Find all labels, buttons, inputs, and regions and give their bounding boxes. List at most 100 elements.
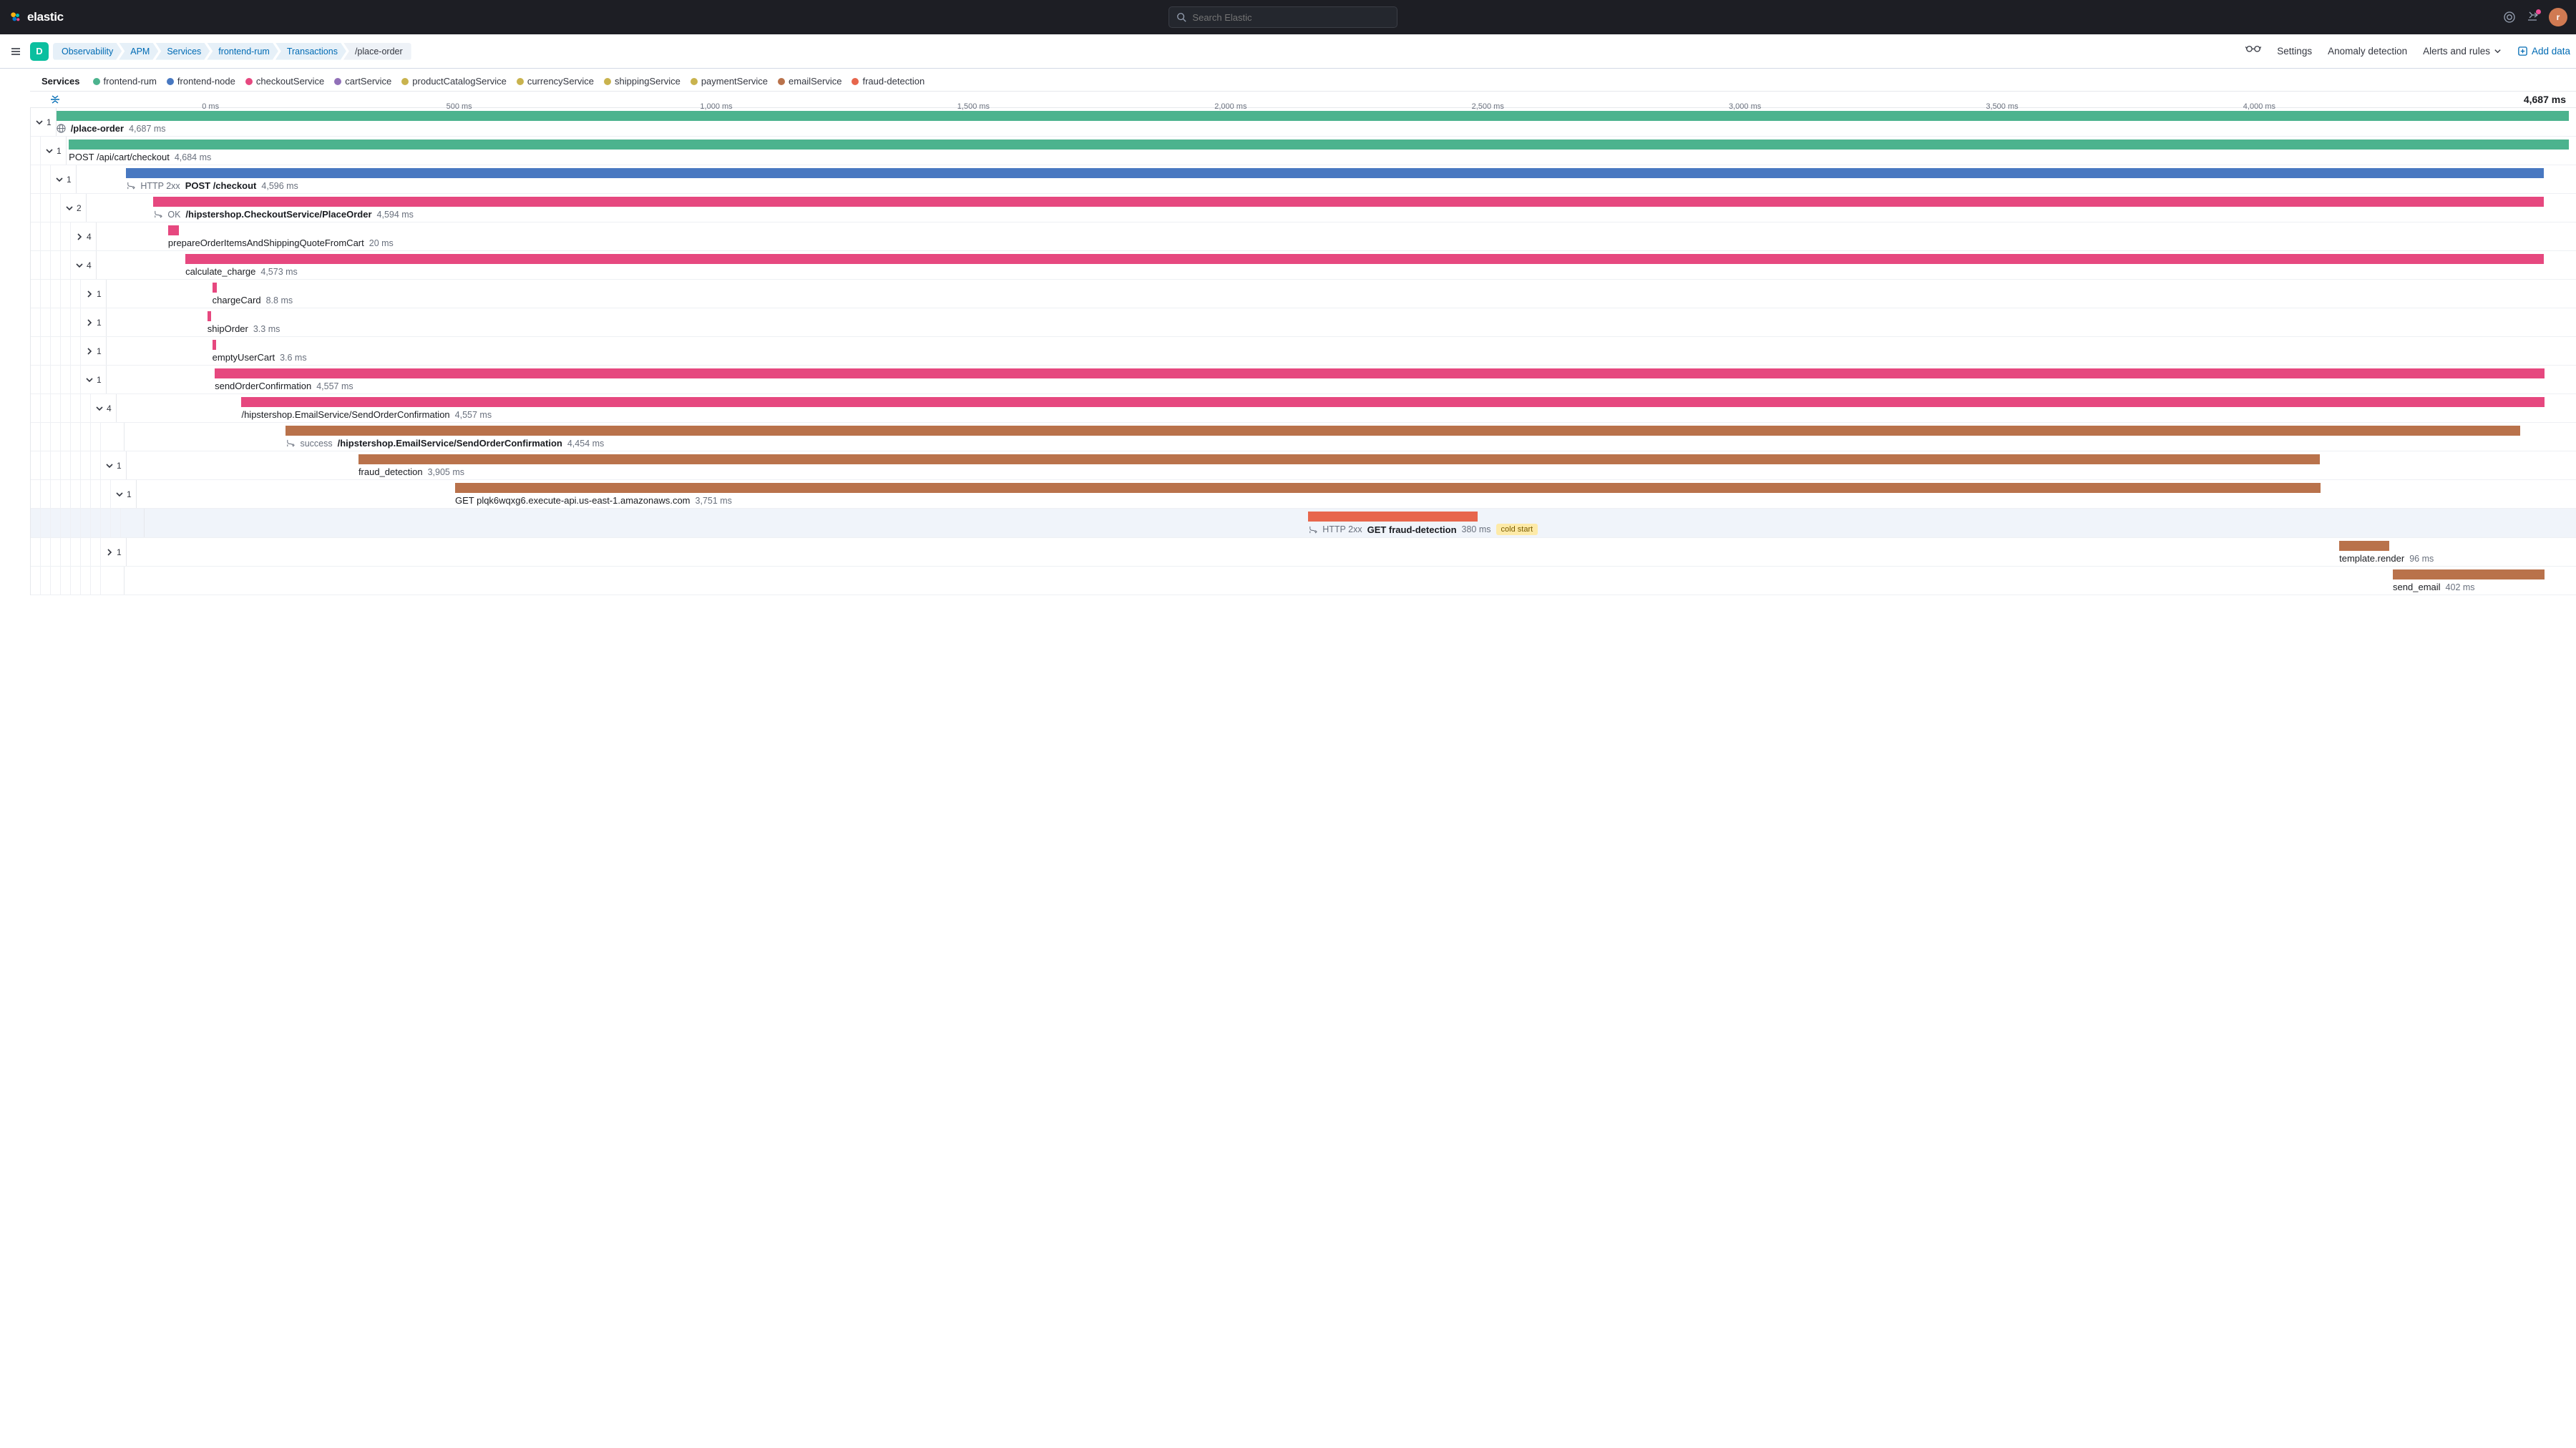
span-label: fraud_detection3,905 ms bbox=[358, 466, 2569, 477]
breadcrumb-item[interactable]: frontend-rum bbox=[207, 43, 278, 60]
breadcrumb-item[interactable]: Services bbox=[155, 43, 210, 60]
legend-item-label: cartService bbox=[345, 76, 391, 87]
row-gutter: 1 bbox=[31, 538, 127, 566]
row-toggle[interactable]: 4 bbox=[71, 232, 96, 242]
span-label: template.render96 ms bbox=[2339, 553, 2569, 564]
legend-item[interactable]: frontend-rum bbox=[93, 76, 157, 87]
waterfall-row[interactable]: 1POST /api/cart/checkout4,684 ms bbox=[31, 137, 2576, 165]
span-bar[interactable] bbox=[2339, 541, 2389, 551]
waterfall-row[interactable]: 4/hipstershop.EmailService/SendOrderConf… bbox=[31, 394, 2576, 423]
span-bar[interactable] bbox=[168, 225, 179, 235]
legend-item[interactable]: fraud-detection bbox=[852, 76, 924, 87]
span-name: POST /api/cart/checkout bbox=[69, 152, 170, 162]
inspect-icon[interactable] bbox=[2245, 44, 2261, 59]
row-track: chargeCard8.8 ms bbox=[107, 280, 2576, 308]
row-toggle[interactable]: 1 bbox=[111, 489, 136, 499]
child-count: 1 bbox=[127, 489, 132, 499]
legend-item[interactable]: productCatalogService bbox=[401, 76, 507, 87]
row-track: sendOrderConfirmation4,557 ms bbox=[107, 366, 2576, 393]
waterfall-row[interactable]: 1GET plqk6wqxg6.execute-api.us-east-1.am… bbox=[31, 480, 2576, 509]
nav-alerts-rules[interactable]: Alerts and rules bbox=[2423, 46, 2502, 57]
legend-item[interactable]: cartService bbox=[334, 76, 391, 87]
child-count: 1 bbox=[97, 289, 102, 299]
user-avatar[interactable]: r bbox=[2549, 8, 2567, 26]
span-label: shipOrder3.3 ms bbox=[208, 323, 2569, 334]
waterfall-row[interactable]: 2OK/hipstershop.CheckoutService/PlaceOrd… bbox=[31, 194, 2576, 222]
legend-item[interactable]: paymentService bbox=[691, 76, 768, 87]
brand-logo[interactable]: elastic bbox=[9, 10, 64, 24]
span-bar[interactable] bbox=[213, 340, 216, 350]
span-bar[interactable] bbox=[1308, 512, 1478, 522]
row-track: POST /api/cart/checkout4,684 ms bbox=[67, 137, 2576, 165]
row-toggle[interactable]: 1 bbox=[41, 146, 66, 156]
span-bar[interactable] bbox=[57, 111, 2569, 121]
waterfall-row[interactable]: 1HTTP 2xxPOST /checkout4,596 ms bbox=[31, 165, 2576, 194]
span-bar[interactable] bbox=[126, 168, 2544, 178]
span-bar[interactable] bbox=[2393, 569, 2545, 579]
span-bar[interactable] bbox=[215, 368, 2544, 378]
span-bar[interactable] bbox=[241, 397, 2544, 407]
span-duration: 3,905 ms bbox=[428, 467, 464, 477]
row-gutter: 1 bbox=[31, 280, 107, 308]
row-toggle[interactable]: 1 bbox=[51, 175, 76, 185]
waterfall-row[interactable]: success/hipstershop.EmailService/SendOrd… bbox=[31, 423, 2576, 451]
span-bar[interactable] bbox=[455, 483, 2321, 493]
span-bar[interactable] bbox=[69, 140, 2569, 150]
legend-item[interactable]: frontend-node bbox=[167, 76, 235, 87]
waterfall-row[interactable]: 1 template.render96 ms bbox=[31, 538, 2576, 567]
legend-dot-icon bbox=[778, 78, 785, 85]
row-toggle[interactable]: 1 bbox=[81, 346, 106, 356]
nav-anomaly-detection[interactable]: Anomaly detection bbox=[2328, 46, 2407, 57]
space-selector[interactable]: D bbox=[30, 42, 49, 61]
span-bar[interactable] bbox=[358, 454, 2320, 464]
nav-toggle-icon[interactable] bbox=[6, 41, 26, 62]
row-toggle[interactable]: 4 bbox=[71, 260, 96, 270]
row-toggle[interactable]: 4 bbox=[91, 403, 116, 414]
span-bar[interactable] bbox=[286, 426, 2519, 436]
child-count: 1 bbox=[97, 318, 102, 328]
waterfall-row[interactable]: 4prepareOrderItemsAndShippingQuoteFromCa… bbox=[31, 222, 2576, 251]
legend-item[interactable]: checkoutService bbox=[245, 76, 324, 87]
span-bar[interactable] bbox=[153, 197, 2544, 207]
row-toggle[interactable]: 1 bbox=[101, 547, 126, 557]
child-count: 1 bbox=[47, 117, 52, 127]
collapsed-side-rail bbox=[0, 69, 6, 77]
collapse-all-icon[interactable] bbox=[49, 94, 61, 105]
waterfall-row[interactable]: send_email402 ms bbox=[31, 567, 2576, 595]
waterfall-row[interactable]: 1sendOrderConfirmation4,557 ms bbox=[31, 366, 2576, 394]
span-bar[interactable] bbox=[208, 311, 211, 321]
breadcrumb-item[interactable]: Transactions bbox=[275, 43, 346, 60]
legend-item[interactable]: currencyService bbox=[517, 76, 594, 87]
row-toggle[interactable]: 1 bbox=[101, 461, 126, 471]
legend-dot-icon bbox=[334, 78, 341, 85]
waterfall-row[interactable]: 1/place-order4,687 ms bbox=[31, 108, 2576, 137]
breadcrumb-item[interactable]: Observability bbox=[53, 43, 122, 60]
merge-icon bbox=[126, 181, 135, 190]
breadcrumb-item[interactable]: APM bbox=[119, 43, 158, 60]
nav-settings[interactable]: Settings bbox=[2277, 46, 2312, 57]
global-search[interactable] bbox=[1169, 6, 1397, 28]
row-toggle[interactable]: 1 bbox=[81, 289, 106, 299]
legend-item[interactable]: shippingService bbox=[604, 76, 680, 87]
waterfall-row[interactable]: 4calculate_charge4,573 ms bbox=[31, 251, 2576, 280]
help-icon[interactable] bbox=[2503, 11, 2516, 24]
span-bar[interactable] bbox=[213, 283, 218, 293]
waterfall-row[interactable]: 1 fraud_detection3,905 ms bbox=[31, 451, 2576, 480]
row-toggle[interactable]: 2 bbox=[61, 203, 86, 213]
waterfall-row[interactable]: HTTP 2xxGET fraud-detection380 mscold st… bbox=[31, 509, 2576, 538]
merge-icon bbox=[1308, 525, 1317, 534]
span-bar[interactable] bbox=[185, 254, 2544, 264]
waterfall-row[interactable]: 1 chargeCard8.8 ms bbox=[31, 280, 2576, 308]
nav-add-data[interactable]: Add data bbox=[2517, 46, 2570, 57]
waterfall-row[interactable]: 1emptyUserCart3.6 ms bbox=[31, 337, 2576, 366]
row-toggle[interactable]: 1 bbox=[81, 318, 106, 328]
waterfall-row[interactable]: 1 shipOrder3.3 ms bbox=[31, 308, 2576, 337]
span-label: send_email402 ms bbox=[2393, 582, 2569, 592]
row-track: HTTP 2xxGET fraud-detection380 mscold st… bbox=[145, 509, 2576, 537]
row-toggle[interactable]: 1 bbox=[81, 375, 106, 385]
row-toggle[interactable]: 1 bbox=[31, 117, 56, 127]
services-legend: Services frontend-rumfrontend-nodechecko… bbox=[30, 69, 2576, 91]
search-input[interactable] bbox=[1192, 12, 1390, 23]
legend-item[interactable]: emailService bbox=[778, 76, 841, 87]
news-icon[interactable] bbox=[2526, 11, 2539, 24]
